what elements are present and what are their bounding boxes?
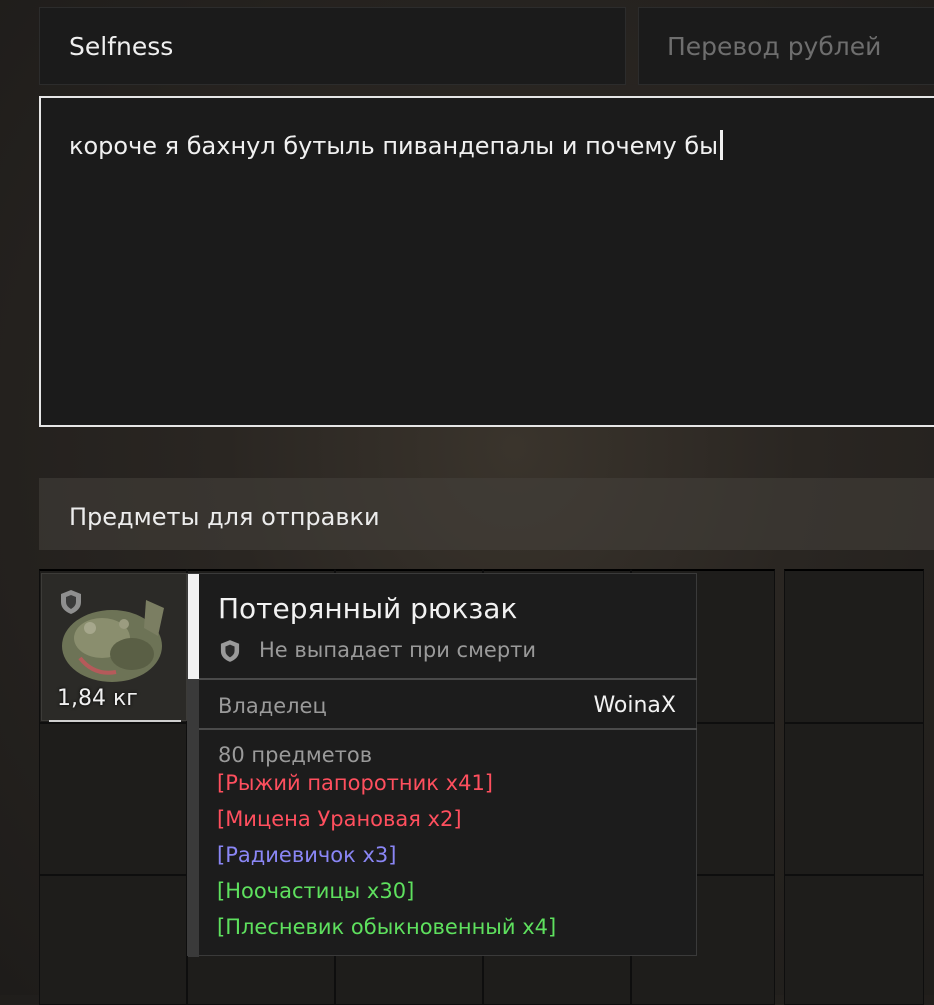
tooltip-flag: Не выпадает при смерти bbox=[259, 638, 537, 662]
divider bbox=[199, 678, 697, 680]
shield-icon bbox=[61, 590, 81, 614]
message-textarea[interactable]: короче я бахнул бутыль пивандепалы и поч… bbox=[39, 96, 934, 427]
text-caret bbox=[720, 130, 724, 160]
inventory-item-slot[interactable]: 1,84 кг bbox=[41, 573, 187, 722]
item-tooltip: Потерянный рюкзак Не выпадает при смерти… bbox=[187, 573, 697, 957]
slot-selection-underline bbox=[49, 720, 181, 722]
grid-slot[interactable] bbox=[39, 875, 187, 1005]
tooltip-accent-bar bbox=[188, 574, 199, 679]
grid-slot[interactable] bbox=[39, 723, 187, 875]
tooltip-side-bar bbox=[188, 679, 199, 957]
items-section-title: Предметы для отправки bbox=[69, 503, 380, 531]
content-item: [Мицена Урановая x2] bbox=[217, 807, 462, 831]
ruble-transfer-placeholder: Перевод рублей bbox=[667, 32, 882, 61]
ruble-transfer-input[interactable]: Перевод рублей bbox=[638, 7, 934, 85]
content-item: [Плесневик обыкновенный x4] bbox=[217, 915, 557, 939]
content-item: [Радиевичок x3] bbox=[217, 843, 397, 867]
grid-slot[interactable] bbox=[784, 723, 924, 875]
item-count: 80 предметов bbox=[218, 743, 373, 767]
items-section-header: Предметы для отправки bbox=[39, 478, 934, 550]
content-item: [Рыжий папоротник x41] bbox=[217, 771, 493, 795]
owner-label: Владелец bbox=[218, 694, 327, 718]
grid-slot[interactable] bbox=[784, 569, 924, 723]
item-weight: 1,84 кг bbox=[57, 686, 138, 711]
recipient-input[interactable]: Selfness bbox=[39, 7, 626, 85]
recipient-value: Selfness bbox=[69, 32, 174, 61]
grid-slot[interactable] bbox=[784, 875, 924, 1005]
message-text: короче я бахнул бутыль пивандепалы и поч… bbox=[69, 132, 719, 160]
owner-name: WoinaX bbox=[593, 693, 676, 718]
divider bbox=[199, 728, 697, 730]
shield-icon bbox=[220, 640, 240, 662]
content-item: [Ноочастицы x30] bbox=[217, 879, 415, 903]
tooltip-title: Потерянный рюкзак bbox=[218, 592, 518, 625]
